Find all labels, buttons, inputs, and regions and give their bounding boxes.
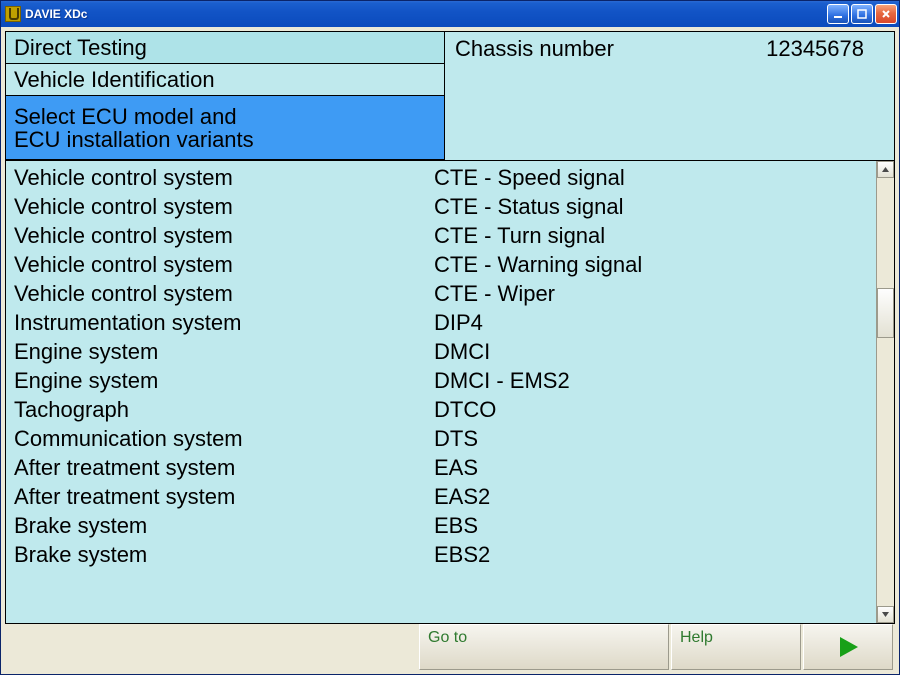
list-item-model: DTS (434, 424, 868, 453)
minimize-button[interactable] (827, 4, 849, 24)
list-item-system: Tachograph (14, 395, 434, 424)
scroll-up-button[interactable] (877, 161, 894, 178)
close-button[interactable] (875, 4, 897, 24)
list-item-model: CTE - Turn signal (434, 221, 868, 250)
list-item-system: Instrumentation system (14, 308, 434, 337)
list-item-model: DIP4 (434, 308, 868, 337)
list-item-system: Vehicle control system (14, 221, 434, 250)
list-item-model: EBS2 (434, 540, 868, 569)
list-item[interactable]: Engine systemDMCI - EMS2 (6, 366, 876, 395)
list-item-model: CTE - Warning signal (434, 250, 868, 279)
scrollbar-vertical[interactable] (876, 161, 894, 623)
play-icon (834, 633, 862, 661)
list-item-system: Brake system (14, 540, 434, 569)
list-item[interactable]: Vehicle control systemCTE - Status signa… (6, 192, 876, 221)
list-item-model: EAS2 (434, 482, 868, 511)
list-item-system: After treatment system (14, 453, 434, 482)
breadcrumb-vehicle-identification[interactable]: Vehicle Identification (6, 64, 444, 96)
list-item-system: After treatment system (14, 482, 434, 511)
list-item-model: CTE - Wiper (434, 279, 868, 308)
scroll-down-button[interactable] (877, 606, 894, 623)
list-item[interactable]: Vehicle control systemCTE - Turn signal (6, 221, 876, 250)
list-item[interactable]: After treatment systemEAS2 (6, 482, 876, 511)
app-window: DAVIE XDc Direct Testing Vehicle Identif… (0, 0, 900, 675)
chassis-label: Chassis number (455, 36, 614, 62)
list-item-model: DTCO (434, 395, 868, 424)
list-item-system: Vehicle control system (14, 250, 434, 279)
list-item[interactable]: TachographDTCO (6, 395, 876, 424)
ecu-list[interactable]: Vehicle control systemCTE - Speed signal… (6, 161, 876, 623)
breadcrumb-select-ecu-line1: Select ECU model and (14, 105, 436, 128)
list-item[interactable]: Vehicle control systemCTE - Wiper (6, 279, 876, 308)
list-item[interactable]: Vehicle control systemCTE - Warning sign… (6, 250, 876, 279)
list-item[interactable]: Vehicle control systemCTE - Speed signal (6, 163, 876, 192)
list-item-model: DMCI - EMS2 (434, 366, 868, 395)
list-item-system: Vehicle control system (14, 279, 434, 308)
chassis-panel: Chassis number 12345678 (445, 31, 895, 161)
list-item-system: Engine system (14, 366, 434, 395)
list-item-system: Vehicle control system (14, 163, 434, 192)
list-item-model: DMCI (434, 337, 868, 366)
window-title: DAVIE XDc (25, 7, 827, 21)
help-button[interactable]: Help (671, 624, 801, 670)
scroll-thumb[interactable] (877, 288, 894, 338)
titlebar[interactable]: DAVIE XDc (1, 1, 899, 27)
list-item-system: Communication system (14, 424, 434, 453)
list-item[interactable]: After treatment systemEAS (6, 453, 876, 482)
list-item-model: EBS (434, 511, 868, 540)
app-icon (5, 6, 21, 22)
list-item-system: Brake system (14, 511, 434, 540)
toolbar: Go to Help (5, 624, 895, 670)
next-button[interactable] (803, 624, 893, 670)
list-item[interactable]: Instrumentation systemDIP4 (6, 308, 876, 337)
list-item-model: CTE - Status signal (434, 192, 868, 221)
scroll-track[interactable] (877, 178, 894, 606)
list-item-system: Vehicle control system (14, 192, 434, 221)
list-item-model: CTE - Speed signal (434, 163, 868, 192)
breadcrumb: Direct Testing Vehicle Identification Se… (5, 31, 445, 161)
list-item-model: EAS (434, 453, 868, 482)
chassis-value: 12345678 (766, 36, 864, 62)
list-item-system: Engine system (14, 337, 434, 366)
list-item[interactable]: Communication systemDTS (6, 424, 876, 453)
goto-button[interactable]: Go to (419, 624, 669, 670)
breadcrumb-direct-testing[interactable]: Direct Testing (6, 32, 444, 64)
breadcrumb-select-ecu-line2: ECU installation variants (14, 128, 436, 151)
breadcrumb-select-ecu[interactable]: Select ECU model and ECU installation va… (6, 96, 444, 160)
list-item[interactable]: Brake systemEBS2 (6, 540, 876, 569)
maximize-button[interactable] (851, 4, 873, 24)
list-item[interactable]: Engine systemDMCI (6, 337, 876, 366)
list-item[interactable]: Brake systemEBS (6, 511, 876, 540)
